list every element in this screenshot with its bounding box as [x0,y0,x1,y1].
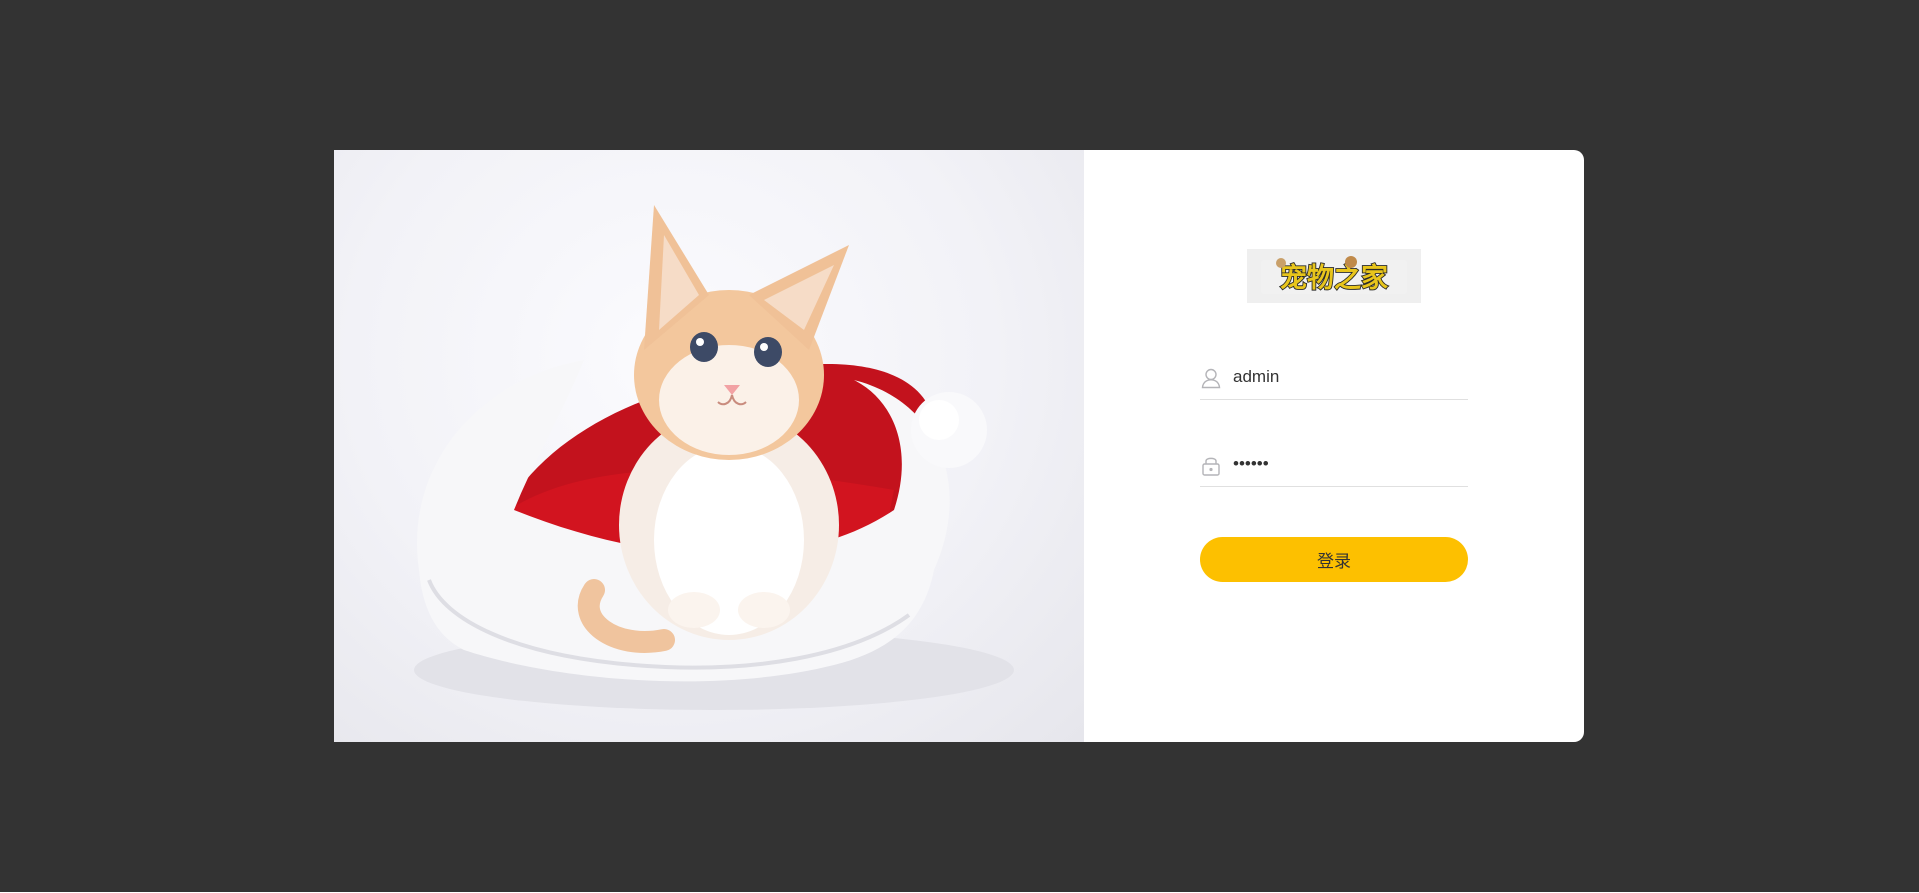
login-card: 宠物之家 登录 [334,150,1584,742]
username-field [1200,357,1468,400]
user-icon [1201,368,1221,389]
login-button[interactable]: 登录 [1200,537,1468,582]
password-input[interactable] [1233,450,1463,478]
logo-text: 宠物之家 [1280,262,1388,294]
site-logo: 宠物之家 [1247,249,1421,303]
lock-icon [1202,457,1220,476]
hero-image [334,150,1084,742]
login-form: 宠物之家 登录 [1084,150,1584,742]
username-input[interactable] [1233,363,1463,391]
logo-graphic: 宠物之家 [1261,256,1407,295]
password-field [1200,444,1468,487]
